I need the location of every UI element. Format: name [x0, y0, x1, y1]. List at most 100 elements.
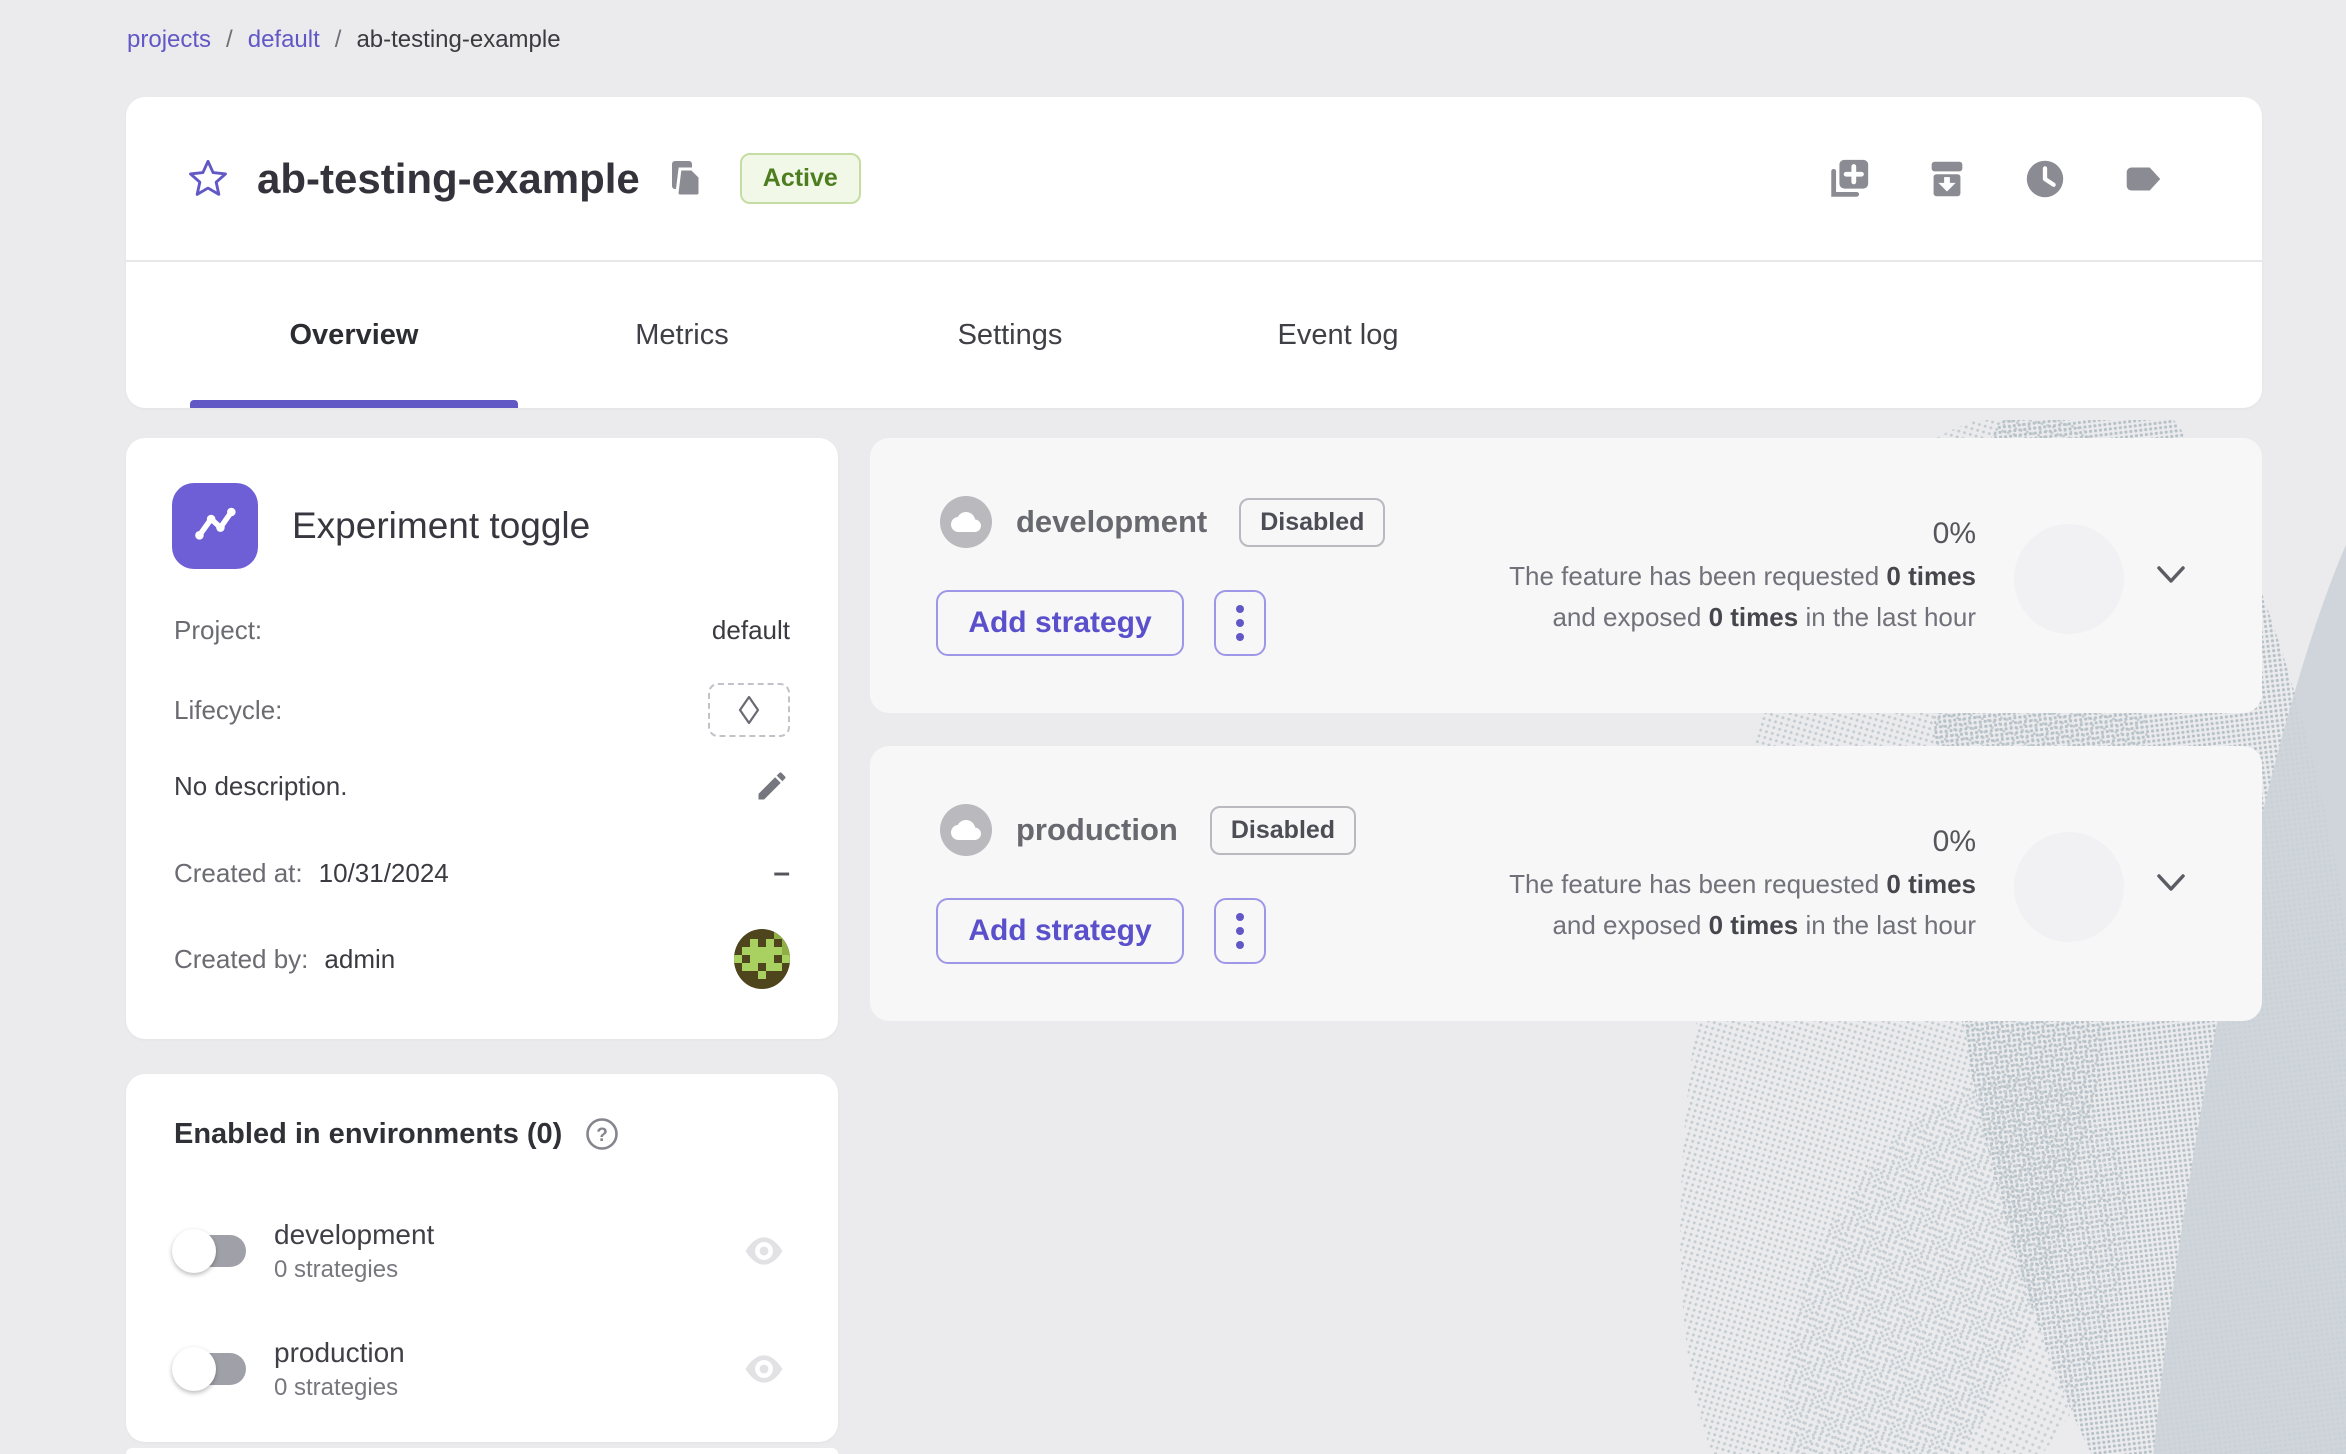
usage-donut-placeholder — [2014, 832, 2124, 942]
environment-cloud-icon — [940, 804, 992, 856]
toggle-knob — [172, 1347, 216, 1391]
usage-line-2: and exposed 0 times in the last hour — [1509, 905, 1976, 946]
created-by-value: admin — [324, 944, 395, 975]
favorite-star-icon[interactable] — [187, 158, 229, 200]
usage-line-1: The feature has been requested 0 times — [1509, 556, 1976, 597]
enabled-environments-card: Enabled in environments (0) ? developmen… — [126, 1074, 838, 1442]
environment-name: production — [1016, 812, 1178, 848]
cloud-icon — [951, 511, 981, 533]
tab-overview[interactable]: Overview — [190, 262, 518, 408]
production-toggle[interactable] — [172, 1346, 254, 1392]
created-at-row: Created at: 10/31/2024 – — [174, 848, 790, 898]
archive-icon[interactable] — [1924, 156, 1970, 202]
add-strategy-button[interactable]: Add strategy — [936, 898, 1184, 964]
active-tab-indicator — [190, 400, 518, 408]
kebab-dot — [1236, 927, 1244, 935]
environment-status-badge: Disabled — [1210, 806, 1356, 855]
history-icon[interactable] — [2022, 156, 2068, 202]
help-icon[interactable]: ? — [584, 1116, 620, 1152]
environment-status-badge: Disabled — [1239, 498, 1385, 547]
timeline-chart-icon — [187, 498, 243, 554]
project-value: default — [712, 615, 790, 646]
toggle-env-name: development — [274, 1219, 434, 1251]
next-card-edge — [126, 1448, 838, 1454]
environment-toggle-row-development: development 0 strategies — [172, 1212, 784, 1290]
breadcrumb-default-link[interactable]: default — [248, 26, 320, 54]
kebab-dot — [1236, 619, 1244, 627]
kebab-dot — [1236, 605, 1244, 613]
created-by-label: Created by: — [174, 944, 308, 975]
feature-details-card: Experiment toggle Project: default Lifec… — [126, 438, 838, 1039]
usage-percent: 0% — [1509, 820, 1976, 864]
usage-percent: 0% — [1509, 512, 1976, 556]
toggle-knob — [172, 1229, 216, 1273]
visibility-eye-icon — [744, 1355, 784, 1383]
cloud-icon — [951, 819, 981, 841]
usage-donut-placeholder — [2014, 524, 2124, 634]
svg-text:?: ? — [597, 1125, 609, 1146]
copy-name-icon[interactable] — [668, 159, 704, 199]
project-label: Project: — [174, 615, 262, 646]
lifecycle-stage-chip[interactable] — [708, 683, 790, 737]
created-at-value: 10/31/2024 — [319, 858, 449, 889]
status-badge: Active — [740, 153, 861, 204]
environment-card-production: production Disabled Add strategy 0% The … — [870, 746, 2262, 1021]
environment-cloud-icon — [940, 496, 992, 548]
toggle-env-strategies: 0 strategies — [274, 1256, 434, 1284]
feature-header-card: ab-testing-example Active — [126, 97, 2262, 408]
chevron-down-icon[interactable] — [2156, 872, 2186, 894]
feature-header-row: ab-testing-example Active — [126, 97, 2262, 260]
experiment-type-tile — [172, 483, 258, 569]
created-at-label: Created at: — [174, 858, 303, 889]
feature-tabs: Overview Metrics Settings Event log — [126, 262, 2262, 408]
usage-line-1: The feature has been requested 0 times — [1509, 864, 1976, 905]
more-actions-button[interactable] — [1214, 590, 1266, 656]
environment-toggle-row-production: production 0 strategies — [172, 1330, 784, 1408]
lifecycle-diamond-icon — [738, 695, 760, 725]
breadcrumb-separator: / — [226, 26, 233, 54]
feature-type-title: Experiment toggle — [292, 505, 590, 547]
lifecycle-label: Lifecycle: — [174, 695, 282, 726]
environment-header: development Disabled — [940, 496, 1385, 548]
tab-event-log[interactable]: Event log — [1174, 262, 1502, 408]
tab-settings[interactable]: Settings — [846, 262, 1174, 408]
created-at-dash: – — [773, 856, 790, 890]
kebab-dot — [1236, 913, 1244, 921]
kebab-dot — [1236, 633, 1244, 641]
avatar — [734, 929, 790, 989]
environment-actions: Add strategy — [936, 590, 1266, 656]
edit-description-icon[interactable] — [754, 768, 790, 804]
environment-name: development — [1016, 504, 1207, 540]
created-by-row: Created by: admin — [174, 924, 790, 994]
environment-actions: Add strategy — [936, 898, 1266, 964]
enabled-environments-header: Enabled in environments (0) ? — [174, 1116, 620, 1152]
breadcrumb-current-page: ab-testing-example — [356, 26, 560, 54]
enabled-environments-title: Enabled in environments (0) — [174, 1118, 562, 1151]
environment-header: production Disabled — [940, 804, 1356, 856]
tab-metrics[interactable]: Metrics — [518, 262, 846, 408]
add-strategy-button[interactable]: Add strategy — [936, 590, 1184, 656]
breadcrumb: projects / default / ab-testing-example — [127, 26, 561, 54]
development-toggle[interactable] — [172, 1228, 254, 1274]
feature-type-header: Experiment toggle — [172, 483, 590, 569]
lifecycle-row: Lifecycle: — [174, 680, 790, 740]
header-action-icons — [1826, 156, 2166, 202]
description-row: No description. — [174, 760, 790, 812]
toggle-env-strategies: 0 strategies — [274, 1374, 405, 1402]
kebab-dot — [1236, 941, 1244, 949]
visibility-eye-icon — [744, 1237, 784, 1265]
usage-summary: 0% The feature has been requested 0 time… — [1509, 512, 1976, 638]
breadcrumb-separator: / — [335, 26, 342, 54]
breadcrumb-projects-link[interactable]: projects — [127, 26, 211, 54]
toggle-env-name: production — [274, 1337, 405, 1369]
environment-card-development: development Disabled Add strategy 0% The… — [870, 438, 2262, 713]
usage-line-2: and exposed 0 times in the last hour — [1509, 597, 1976, 638]
more-actions-button[interactable] — [1214, 898, 1266, 964]
copy-feature-icon[interactable] — [1826, 156, 1872, 202]
tag-icon[interactable] — [2120, 156, 2166, 202]
avatar-pixels — [734, 929, 790, 989]
chevron-down-icon[interactable] — [2156, 564, 2186, 586]
project-row: Project: default — [174, 608, 790, 652]
description-text: No description. — [174, 771, 347, 802]
usage-summary: 0% The feature has been requested 0 time… — [1509, 820, 1976, 946]
